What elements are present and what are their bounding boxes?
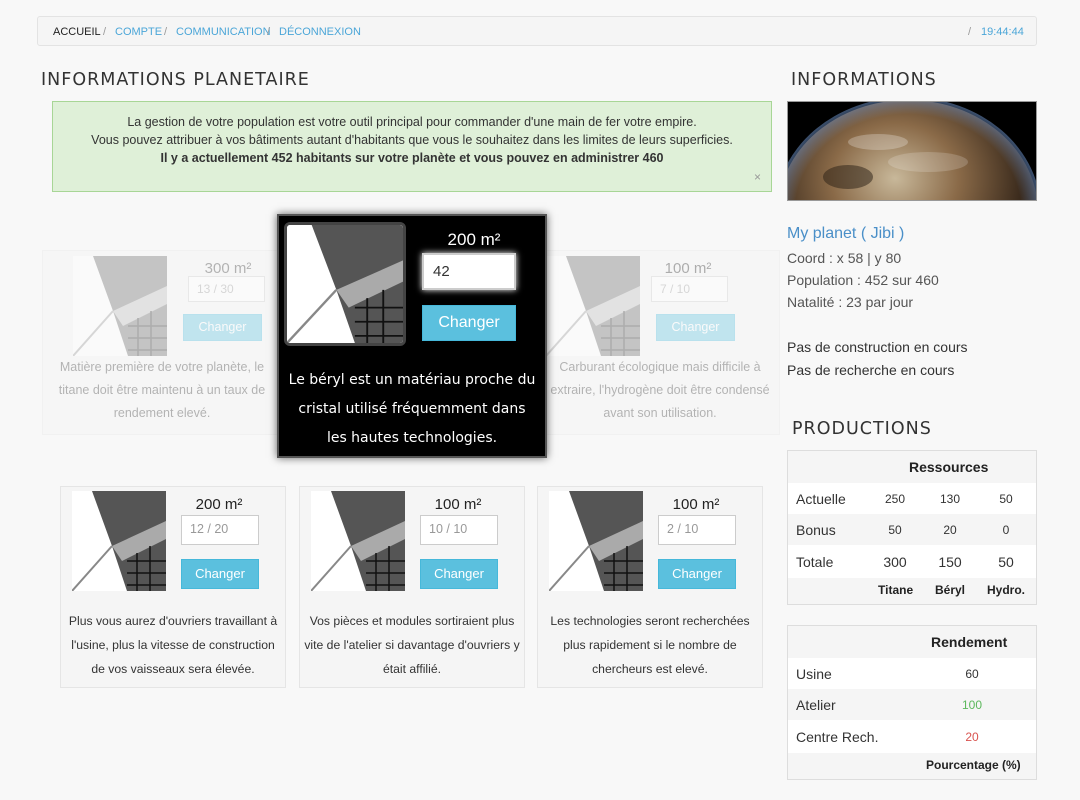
breadcrumb-deconnexion[interactable]: DÉCONNEXION <box>279 26 361 38</box>
planet-image <box>787 101 1037 201</box>
change-button[interactable]: Changer <box>420 559 498 589</box>
workers-input[interactable]: 42 <box>422 253 516 290</box>
titane-value: 300 <box>883 554 907 570</box>
breadcrumb-separator: / <box>968 26 972 38</box>
building-card-beryl: 200 m² 42 Changer Le béryl est un matéri… <box>277 214 547 458</box>
building-image <box>72 491 166 591</box>
informations-title: INFORMATIONS <box>791 70 937 90</box>
building-area: 200 m² <box>195 496 243 513</box>
building-card-atelier: 100 m² 10 / 10 Changer Vos pièces et mod… <box>299 486 525 688</box>
building-description: Carburant écologique mais difficile à ex… <box>550 360 770 420</box>
building-description: Vos pièces et modules sortiraient plus v… <box>304 614 520 676</box>
column-titane: Titane <box>878 583 914 597</box>
workers-input[interactable]: 2 / 10 <box>658 515 736 545</box>
change-button[interactable]: Changer <box>183 314 262 341</box>
alert-line-1: La gestion de votre population est votre… <box>127 115 697 129</box>
building-image <box>546 256 640 356</box>
building-area: 300 m² <box>204 260 252 277</box>
building-description: Le béryl est un matériau proche du crist… <box>288 372 536 446</box>
row-label: Atelier <box>796 697 836 713</box>
workers-input[interactable]: 12 / 20 <box>181 515 259 545</box>
building-card-usine: 200 m² 12 / 20 Changer Plus vous aurez d… <box>60 486 286 688</box>
breadcrumb-accueil[interactable]: ACCUEIL <box>53 26 101 38</box>
building-description: Matière première de votre planète, le ti… <box>58 360 266 420</box>
row-label: Totale <box>796 554 834 570</box>
rendement-table: Rendement Usine 60 Atelier 100 Centre Re… <box>787 625 1037 780</box>
building-image <box>284 222 406 346</box>
table-header-row: Rendement <box>788 626 1036 658</box>
planet-coord: Coord : x 58 | y 80 <box>787 250 902 266</box>
building-image <box>73 256 167 356</box>
rendement-value: 100 <box>961 698 983 712</box>
workers-input[interactable]: 13 / 30 <box>188 276 265 302</box>
change-button[interactable]: Changer <box>181 559 259 589</box>
ressources-table: Ressources Actuelle 250 130 50 Bonus 50 … <box>787 450 1037 605</box>
rendement-value: 60 <box>965 667 979 681</box>
server-time: 19:44:44 <box>981 26 1024 38</box>
planet-natalite: Natalité : 23 par jour <box>787 294 914 310</box>
population-alert: La gestion de votre population est votre… <box>52 101 772 192</box>
column-hydro: Hydro. <box>987 583 1026 597</box>
table-row: Bonus 50 20 0 <box>788 514 1036 545</box>
table-row: Atelier 100 <box>788 689 1036 720</box>
building-description: Les technologies seront recherchées plus… <box>550 614 750 676</box>
building-card-titane: 300 m² 13 / 30 Changer Matière première … <box>42 250 282 435</box>
hydro-value: 50 <box>998 554 1014 570</box>
workers-input[interactable]: 10 / 10 <box>420 515 498 545</box>
ressources-header: Ressources <box>909 459 989 475</box>
rendement-value: 20 <box>965 730 979 744</box>
beryl-value: 130 <box>939 492 961 506</box>
page-title: INFORMATIONS PLANETAIRE <box>41 70 310 90</box>
alert-line-3: Il y a actuellement 452 habitants sur vo… <box>160 151 664 165</box>
alert-line-2: Vous pouvez attribuer à vos bâtiments au… <box>91 133 733 147</box>
rendement-header: Rendement <box>931 634 1008 650</box>
building-image <box>549 491 643 591</box>
building-card-centre: 100 m² 2 / 10 Changer Les technologies s… <box>537 486 763 688</box>
construction-status: Pas de construction en cours <box>787 339 968 355</box>
breadcrumb-communication[interactable]: COMMUNICATION <box>176 26 271 38</box>
row-label: Centre Rech. <box>796 729 879 745</box>
research-status: Pas de recherche en cours <box>787 362 955 378</box>
breadcrumb-separator: / <box>267 26 271 38</box>
building-area: 200 m² <box>447 230 501 249</box>
change-button[interactable]: Changer <box>658 559 736 589</box>
table-row: Usine 60 <box>788 658 1036 689</box>
building-card-hydrogene: 100 m² 7 / 10 Changer Carburant écologiq… <box>540 250 780 435</box>
table-row: Actuelle 250 130 50 <box>788 483 1036 514</box>
change-button[interactable]: Changer <box>422 305 516 341</box>
titane-value: 250 <box>884 492 906 506</box>
beryl-value: 150 <box>938 554 962 570</box>
table-header-row: Ressources <box>788 451 1036 483</box>
table-footer-row: Pourcentage (%) <box>788 753 1036 779</box>
planet-name[interactable]: My planet ( Jibi ) <box>787 225 904 243</box>
table-row: Centre Rech. 20 <box>788 720 1036 753</box>
building-description: Plus vous aurez d'ouvriers travaillant à… <box>68 614 278 676</box>
column-beryl: Béryl <box>935 583 966 597</box>
hydro-value: 0 <box>1002 523 1010 537</box>
close-icon[interactable]: × <box>754 171 761 183</box>
beryl-value: 20 <box>943 523 957 537</box>
planet-population: Population : 452 sur 460 <box>787 272 939 288</box>
building-area: 100 m² <box>434 496 482 513</box>
table-footer-row: Titane Béryl Hydro. <box>788 578 1036 604</box>
building-area: 100 m² <box>664 260 712 277</box>
hydro-value: 50 <box>999 492 1013 506</box>
breadcrumb: ACCUEIL / COMPTE / COMMUNICATION / DÉCON… <box>37 16 1037 46</box>
breadcrumb-separator: / <box>103 26 107 38</box>
building-area: 100 m² <box>672 496 720 513</box>
titane-value: 50 <box>888 523 902 537</box>
breadcrumb-compte[interactable]: COMPTE <box>115 26 162 38</box>
pourcentage-label: Pourcentage (%) <box>926 758 1021 772</box>
breadcrumb-separator: / <box>164 26 168 38</box>
row-label: Bonus <box>796 522 836 538</box>
row-label: Usine <box>796 666 832 682</box>
workers-input[interactable]: 7 / 10 <box>651 276 728 302</box>
row-label: Actuelle <box>796 491 846 507</box>
building-image <box>311 491 405 591</box>
productions-title: PRODUCTIONS <box>792 419 932 439</box>
table-row: Totale 300 150 50 <box>788 545 1036 578</box>
change-button[interactable]: Changer <box>656 314 735 341</box>
